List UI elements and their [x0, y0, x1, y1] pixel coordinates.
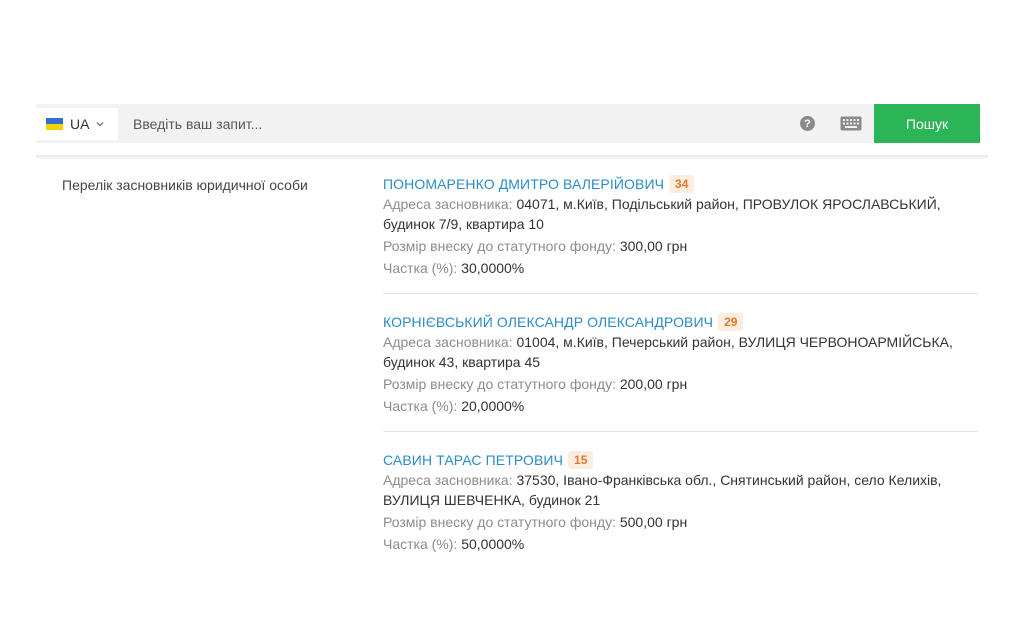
share-label: Частка (%):	[383, 536, 458, 552]
founder-contribution: 500,00 грн	[619, 514, 688, 530]
founder-share: 20,0000%	[461, 398, 525, 414]
divider	[36, 155, 988, 159]
founder-address-line2: ВУЛИЦЯ ШЕВЧЕНКА, будинок 21	[383, 492, 601, 508]
founder-address-line2: будинок 43, квартира 45	[383, 354, 541, 370]
founder-address: 01004, м.Київ, Печерський район, ВУЛИЦЯ …	[516, 334, 953, 350]
section-label: Перелік засновників юридичної особи	[62, 177, 308, 193]
founder-address: 04071, м.Київ, Подільський район, ПРОВУЛ…	[516, 196, 941, 212]
contribution-label: Розмір внеску до статутного фонду:	[383, 514, 616, 530]
founder-item: ПОНОМАРЕНКО ДМИТРО ВАЛЕРІЙОВИЧ 34 Адреса…	[383, 172, 978, 278]
contribution-label: Розмір внеску до статутного фонду:	[383, 238, 616, 254]
founder-contribution: 200,00 грн	[619, 376, 688, 392]
help-icon[interactable]: ?	[800, 116, 815, 131]
founder-item: КОРНІЄВСЬКИЙ ОЛЕКСАНДР ОЛЕКСАНДРОВИЧ 29 …	[383, 293, 978, 416]
founder-contribution: 300,00 грн	[619, 238, 688, 254]
founder-count-badge: 29	[718, 313, 744, 331]
language-code: UA	[70, 116, 90, 132]
language-selector[interactable]: UA	[36, 108, 118, 140]
keyboard-icon[interactable]	[840, 116, 862, 131]
founder-count-badge: 15	[568, 451, 594, 469]
founder-share: 30,0000%	[461, 260, 525, 276]
share-label: Частка (%):	[383, 398, 458, 414]
founder-name-link[interactable]: САВИН ТАРАС ПЕТРОВИЧ	[383, 452, 563, 468]
address-label: Адреса засновника:	[383, 334, 513, 350]
search-button[interactable]: Пошук	[874, 104, 980, 143]
search-bar: UA ? Пошук	[36, 104, 980, 143]
founder-share: 50,0000%	[461, 536, 525, 552]
address-label: Адреса засновника:	[383, 472, 513, 488]
share-label: Частка (%):	[383, 260, 458, 276]
founder-count-badge: 34	[669, 175, 695, 193]
contribution-label: Розмір внеску до статутного фонду:	[383, 376, 616, 392]
founder-address-line2: будинок 7/9, квартира 10	[383, 216, 544, 232]
ukraine-flag-icon	[46, 118, 63, 130]
founder-name-link[interactable]: КОРНІЄВСЬКИЙ ОЛЕКСАНДР ОЛЕКСАНДРОВИЧ	[383, 314, 713, 330]
founder-item: САВИН ТАРАС ПЕТРОВИЧ 15 Адреса засновник…	[383, 431, 978, 554]
chevron-down-icon	[96, 122, 104, 127]
founder-address: 37530, Івано-Франківська обл., Снятинськ…	[516, 472, 942, 488]
search-input[interactable]	[126, 108, 766, 140]
address-label: Адреса засновника:	[383, 196, 513, 212]
founders-list: ПОНОМАРЕНКО ДМИТРО ВАЛЕРІЙОВИЧ 34 Адреса…	[383, 172, 978, 554]
founder-name-link[interactable]: ПОНОМАРЕНКО ДМИТРО ВАЛЕРІЙОВИЧ	[383, 176, 664, 192]
